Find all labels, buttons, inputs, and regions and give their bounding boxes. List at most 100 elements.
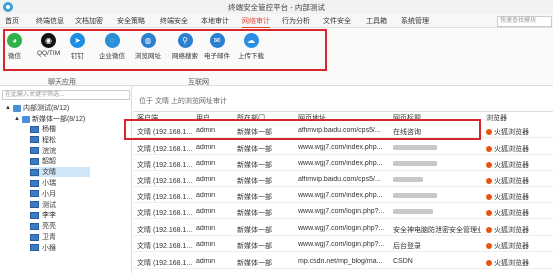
menu-item[interactable]: 网络审计 (242, 16, 270, 28)
browser-label: 火狐浏览器 (494, 243, 529, 250)
computer-icon (30, 179, 39, 187)
menu-item[interactable]: 终端信息 (36, 16, 64, 26)
cell-dept: 新媒体一部 (237, 210, 272, 217)
cell-dept: 新媒体一部 (237, 260, 272, 267)
table-row[interactable]: 文晴 (192.168.1... admin 新媒体一部 www.wgj7.com/l… (133, 204, 553, 219)
cell-browser: 火狐浏览器 (486, 208, 529, 218)
tree-item-computer[interactable]: 测试 (30, 200, 56, 210)
tree-group[interactable]: ▲ 新媒体一部(8/12) (14, 114, 85, 124)
tree-root-label: 内部测试(8/12) (22, 105, 70, 112)
redacted-text (393, 160, 437, 166)
cell-title: CSDN (393, 258, 413, 265)
menu-item[interactable]: 本地审计 (201, 16, 229, 26)
tree-item-computer[interactable]: 小猴 (30, 243, 56, 253)
table-row[interactable]: 文晴 (192.168.1... admin 新媒体一部 affimvip.baidu… (133, 172, 553, 187)
computer-icon (30, 157, 39, 165)
menu-item[interactable]: 文档加密 (75, 16, 103, 26)
computer-icon (30, 125, 39, 133)
tree-item-computer[interactable]: 小月 (30, 189, 56, 199)
browser-label: 火狐浏览器 (494, 162, 529, 169)
menu-item[interactable]: 文件安全 (323, 16, 351, 26)
cell-title (393, 144, 437, 151)
tree-filter-input[interactable]: 在此输入关键字筛选... (2, 90, 130, 100)
browser-label: 火狐浏览器 (494, 210, 529, 217)
cell-dept: 新媒体一部 (237, 146, 272, 153)
main-menu-bar: 首页 终端信息 文档加密 安全策略 终端安全 本地审计 网络审计 行为分析 文件安全 工具箱 系统管… (0, 14, 553, 28)
firefox-icon (486, 178, 492, 185)
menu-item[interactable]: 安全策略 (117, 16, 145, 26)
tree-item-computer[interactable]: 韶韶 (30, 156, 56, 166)
table-row[interactable]: 文晴 (192.168.1... admin 新媒体一部 www.wgj7.com/l… (133, 237, 553, 252)
cell-browser: 火狐浏览器 (486, 127, 529, 137)
firefox-icon (486, 260, 492, 267)
cell-user: admin (196, 144, 216, 151)
cell-client: 文晴 (192.168.1... (137, 243, 193, 250)
cell-user: admin (196, 176, 216, 183)
collapse-icon[interactable]: ▲ (5, 105, 11, 111)
module-search-input[interactable]: 快速查找模块 (497, 16, 552, 27)
tree-item-computer[interactable]: 卫青 (30, 232, 56, 242)
cell-dept: 新媒体一部 (237, 178, 272, 185)
browser-label: 火狐浏览器 (494, 178, 529, 185)
computer-icon (30, 147, 39, 155)
cell-user: admin (196, 241, 216, 248)
menu-item[interactable]: 终端安全 (160, 16, 188, 26)
table-row[interactable]: 文晴 (192.168.1... admin 新媒体一部 www.wgj7.com/l… (133, 221, 553, 236)
cell-user: admin (196, 208, 216, 215)
tree-item-label: 文晴 (42, 169, 56, 177)
redacted-text (393, 192, 437, 198)
tree-item-label: 小月 (42, 190, 56, 198)
table-row[interactable]: 文晴 (192.168.1... admin 新媒体一部 www.wgj7.com/i… (133, 188, 553, 203)
firefox-icon (486, 227, 492, 234)
menu-item[interactable]: 行为分析 (282, 16, 310, 26)
table-row[interactable]: 文晴 (192.168.1... admin 新媒体一部 www.wgj7.com/i… (133, 156, 553, 171)
content-title: 位于 文晴 上的浏览网址审计 (139, 98, 227, 105)
cell-url: affimvip.baidu.com/cps5/... (298, 176, 381, 183)
browser-label: 火狐浏览器 (494, 194, 529, 201)
group-icon (12, 104, 21, 112)
tree-group-label: 新媒体一部(8/12) (31, 116, 86, 123)
tree-item-computer[interactable]: 文晴 (30, 167, 90, 178)
tree-item-label: 韶韶 (42, 158, 56, 166)
browser-label: 火狐浏览器 (494, 260, 529, 267)
tree-item-computer[interactable]: 杨楷 (30, 124, 56, 134)
firefox-icon (486, 162, 492, 169)
menu-item[interactable]: 系统管理 (401, 16, 429, 26)
table-row[interactable]: 文晴 (192.168.1... admin 新媒体一部 www.wgj7.com/i… (133, 140, 553, 155)
cell-title (393, 208, 433, 215)
firefox-icon (486, 146, 492, 153)
tree-root[interactable]: ▲ 内部测试(8/12) (5, 103, 69, 113)
cell-user: admin (196, 192, 216, 199)
tree-item-computer[interactable]: 小瑞 (30, 178, 56, 188)
computer-icon (30, 222, 39, 230)
menu-item[interactable]: 首页 (5, 16, 19, 26)
column-header[interactable]: 浏览器 (486, 113, 507, 123)
menu-item[interactable]: 工具箱 (366, 16, 387, 26)
tree-item-computer[interactable]: 程松 (30, 135, 56, 145)
row-highlight-box (124, 119, 481, 140)
tree-item-computer[interactable]: 浣浣 (30, 146, 56, 156)
table-row[interactable]: 文晴 (192.168.1... admin 新媒体一部 mp.csdn.net/mp… (133, 254, 553, 269)
tree-item-label: 杨楷 (42, 126, 56, 133)
redacted-text (393, 176, 423, 182)
cell-browser: 火狐浏览器 (486, 144, 529, 154)
redacted-text (393, 208, 433, 214)
cell-title: 后台登录 (393, 243, 421, 250)
collapse-icon[interactable]: ▲ (14, 116, 20, 122)
cell-url: www.wgj7.com/login.php?... (298, 241, 385, 248)
firefox-icon (486, 129, 492, 136)
ribbon-highlight-box (3, 29, 327, 71)
cell-user: admin (196, 160, 216, 167)
computer-icon (30, 168, 39, 176)
tree-item-computer[interactable]: 李李 (30, 210, 56, 220)
cell-user: admin (196, 225, 216, 232)
computer-icon (30, 211, 39, 219)
cell-title (393, 192, 437, 199)
cell-browser: 火狐浏览器 (486, 176, 529, 186)
cell-url: www.wgj7.com/login.php?... (298, 208, 385, 215)
computer-icon (30, 201, 39, 209)
tree-item-computer[interactable]: 亮亮 (30, 221, 56, 231)
cell-dept: 新媒体一部 (237, 243, 272, 250)
browser-label: 火狐浏览器 (494, 227, 529, 234)
cell-browser: 火狐浏览器 (486, 258, 529, 268)
